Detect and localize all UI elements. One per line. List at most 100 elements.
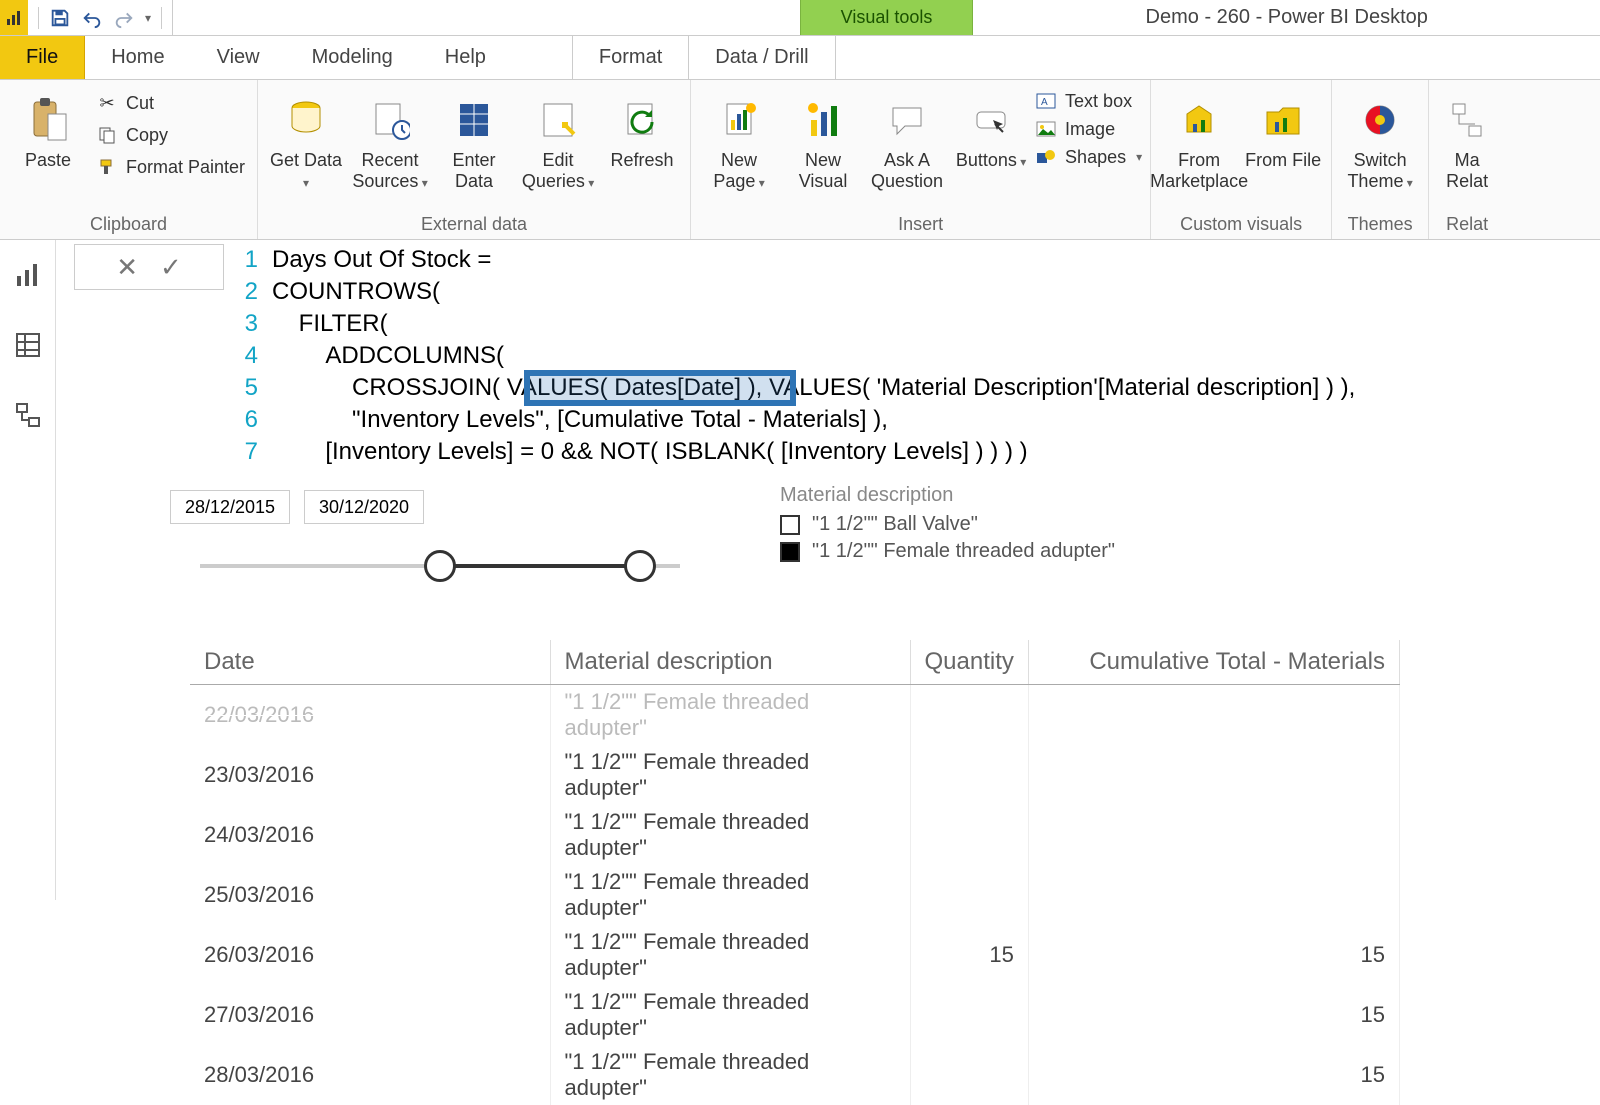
cut-button[interactable]: ✂Cut [92,90,249,116]
table-row[interactable]: 25/03/2016"1 1/2"" Female threaded adupt… [190,865,1400,925]
from-file-button[interactable]: From File [1243,84,1323,171]
contextual-tab-label: Visual tools [800,0,974,35]
recent-sources-icon [370,90,410,150]
table-row[interactable]: 27/03/2016"1 1/2"" Female threaded adupt… [190,985,1400,1045]
redo-icon[interactable] [113,7,135,29]
commit-formula-icon[interactable]: ✓ [160,252,182,283]
paintbrush-icon [96,156,118,178]
selection-highlight [524,370,796,406]
tab-view[interactable]: View [191,36,286,79]
recent-sources-button[interactable]: Recent Sources [350,84,430,191]
new-page-icon [719,90,759,150]
view-rail [0,240,56,900]
app-logo [0,0,28,35]
group-label-custom: Custom visuals [1159,212,1323,237]
legend-item-2[interactable]: "1 1/2"" Female threaded adupter" [780,540,1115,563]
group-external-data: Get Data Recent Sources Enter Data Edit … [258,80,691,239]
slider-handle-end[interactable] [624,550,656,582]
button-icon [971,90,1011,150]
legend-header: Material description [780,484,1115,507]
group-label-insert: Insert [699,212,1142,237]
qat-dropdown-icon[interactable]: ▾ [145,11,151,25]
buttons-button[interactable]: Buttons [951,84,1031,171]
table-row[interactable]: 24/03/2016"1 1/2"" Female threaded adupt… [190,805,1400,865]
legend-swatch-filled [780,542,800,562]
enter-data-icon [454,90,494,150]
new-page-button[interactable]: New Page [699,84,779,191]
table-row[interactable]: 28/03/2016"1 1/2"" Female threaded adupt… [190,1045,1400,1105]
edit-queries-icon [538,90,578,150]
col-qty[interactable]: Quantity [910,640,1028,685]
col-desc[interactable]: Material description [550,640,910,685]
edit-queries-button[interactable]: Edit Queries [518,84,598,191]
group-insert: New Page New Visual Ask A Question Butto… [691,80,1151,239]
image-icon [1035,118,1057,140]
group-themes: Switch Theme Themes [1332,80,1429,239]
new-visual-icon [803,90,843,150]
group-label-clipboard: Clipboard [8,212,249,237]
image-button[interactable]: Image [1035,118,1142,140]
relationships-icon [1449,90,1485,150]
chat-icon [887,90,927,150]
table-row[interactable]: 22/03/2016"1 1/2"" Female threaded adupt… [190,685,1400,746]
tab-home[interactable]: Home [85,36,190,79]
from-file-icon [1261,90,1305,150]
textbox-button[interactable]: AText box [1035,90,1142,112]
undo-icon[interactable] [81,7,103,29]
copy-button[interactable]: Copy [92,122,249,148]
ribbon: Paste ✂Cut Copy Format Painter Clipboard… [0,80,1600,240]
copy-icon [96,124,118,146]
legend: Material description "1 1/2"" Ball Valve… [780,484,1115,567]
scissors-icon: ✂ [96,92,118,114]
quick-access-toolbar: ▾ [28,0,173,35]
col-date[interactable]: Date [190,640,550,685]
group-relationships: Ma Relat Relat [1429,80,1505,239]
title-bar: ▾ Visual tools Demo - 260 - Power BI Des… [0,0,1600,36]
tab-format[interactable]: Format [572,36,689,79]
get-data-button[interactable]: Get Data [266,84,346,191]
ribbon-tabs: File Home View Modeling Help Format Data… [0,36,1600,80]
shapes-button[interactable]: Shapes▾ [1035,146,1142,168]
ask-question-button[interactable]: Ask A Question [867,84,947,191]
slicer-end-input[interactable] [304,490,424,524]
table-row[interactable]: 26/03/2016"1 1/2"" Female threaded adupt… [190,925,1400,985]
legend-swatch-empty [780,515,800,535]
svg-text:A: A [1041,97,1048,108]
enter-data-button[interactable]: Enter Data [434,84,514,191]
window-title: Demo - 260 - Power BI Desktop [973,0,1600,35]
col-cum[interactable]: Cumulative Total - Materials [1028,640,1399,685]
dax-editor[interactable]: 1Days Out Of Stock =2COUNTROWS(3 FILTER(… [224,240,1600,472]
result-table: Date Material description Quantity Cumul… [190,640,1400,1105]
group-clipboard: Paste ✂Cut Copy Format Painter Clipboard [0,80,258,239]
group-label-external: External data [266,212,682,237]
date-slicer [170,490,424,524]
new-visual-button[interactable]: New Visual [783,84,863,191]
format-painter-button[interactable]: Format Painter [92,154,249,180]
get-data-icon [286,90,326,150]
date-slider[interactable] [200,546,680,586]
shapes-icon [1035,146,1057,168]
data-view-icon[interactable] [13,330,43,360]
report-view-icon[interactable] [13,260,43,290]
group-custom-visuals: From Marketplace From File Custom visual… [1151,80,1332,239]
group-label-themes: Themes [1340,212,1420,237]
tab-modeling[interactable]: Modeling [286,36,419,79]
tab-help[interactable]: Help [419,36,512,79]
tab-data-drill[interactable]: Data / Drill [689,36,835,79]
save-icon[interactable] [49,7,71,29]
tab-file[interactable]: File [0,36,85,79]
manage-relationships-button[interactable]: Ma Relat [1437,84,1497,191]
formula-bar: ✕ ✓ 1Days Out Of Stock =2COUNTROWS(3 FIL… [56,240,1600,472]
model-view-icon[interactable] [13,400,43,430]
slicer-start-input[interactable] [170,490,290,524]
slider-handle-start[interactable] [424,550,456,582]
from-marketplace-button[interactable]: From Marketplace [1159,84,1239,191]
cancel-formula-icon[interactable]: ✕ [116,252,138,283]
legend-item-1[interactable]: "1 1/2"" Ball Valve" [780,513,1115,536]
paste-button[interactable]: Paste [8,84,88,171]
theme-icon [1360,90,1400,150]
textbox-icon: A [1035,90,1057,112]
refresh-button[interactable]: Refresh [602,84,682,171]
switch-theme-button[interactable]: Switch Theme [1340,84,1420,191]
table-row[interactable]: 23/03/2016"1 1/2"" Female threaded adupt… [190,745,1400,805]
